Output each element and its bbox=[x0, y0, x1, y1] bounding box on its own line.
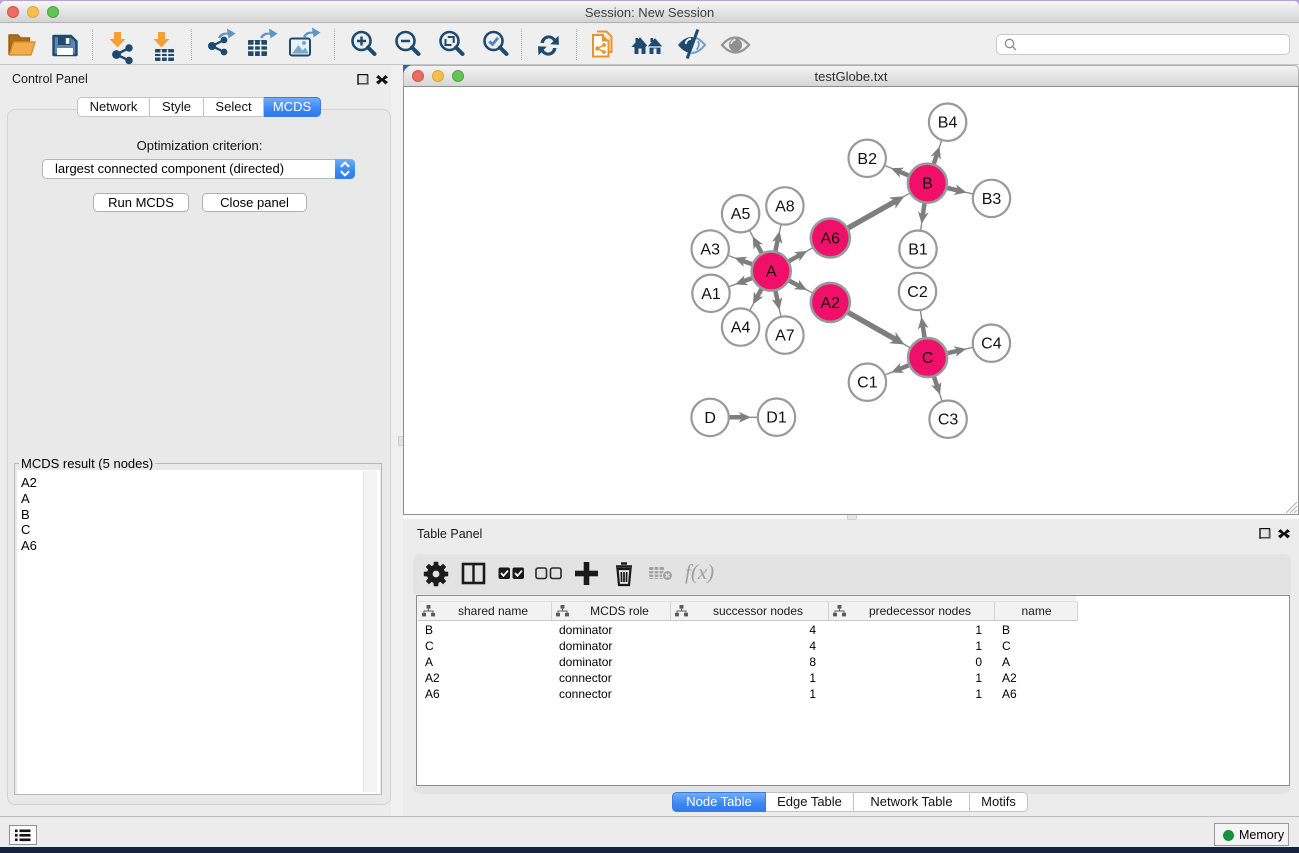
svg-text:B3: B3 bbox=[982, 191, 1002, 208]
svg-text:C2: C2 bbox=[907, 284, 928, 301]
svg-text:A: A bbox=[766, 264, 777, 281]
svg-text:C1: C1 bbox=[857, 375, 878, 392]
svg-text:A3: A3 bbox=[700, 242, 720, 259]
svg-text:A1: A1 bbox=[701, 286, 721, 303]
svg-text:B2: B2 bbox=[857, 151, 877, 168]
svg-text:A2: A2 bbox=[821, 295, 841, 312]
svg-text:D1: D1 bbox=[766, 410, 787, 427]
svg-text:D: D bbox=[704, 410, 716, 427]
svg-text:C4: C4 bbox=[981, 336, 1002, 353]
svg-text:C3: C3 bbox=[938, 412, 959, 429]
svg-text:B: B bbox=[922, 176, 933, 193]
svg-text:A7: A7 bbox=[775, 328, 795, 345]
svg-text:B1: B1 bbox=[908, 242, 928, 259]
svg-text:C: C bbox=[922, 350, 934, 367]
svg-text:A8: A8 bbox=[775, 198, 795, 215]
svg-text:A6: A6 bbox=[821, 231, 841, 248]
svg-text:A5: A5 bbox=[731, 206, 751, 223]
svg-text:B4: B4 bbox=[938, 115, 958, 132]
svg-text:A4: A4 bbox=[731, 320, 751, 337]
